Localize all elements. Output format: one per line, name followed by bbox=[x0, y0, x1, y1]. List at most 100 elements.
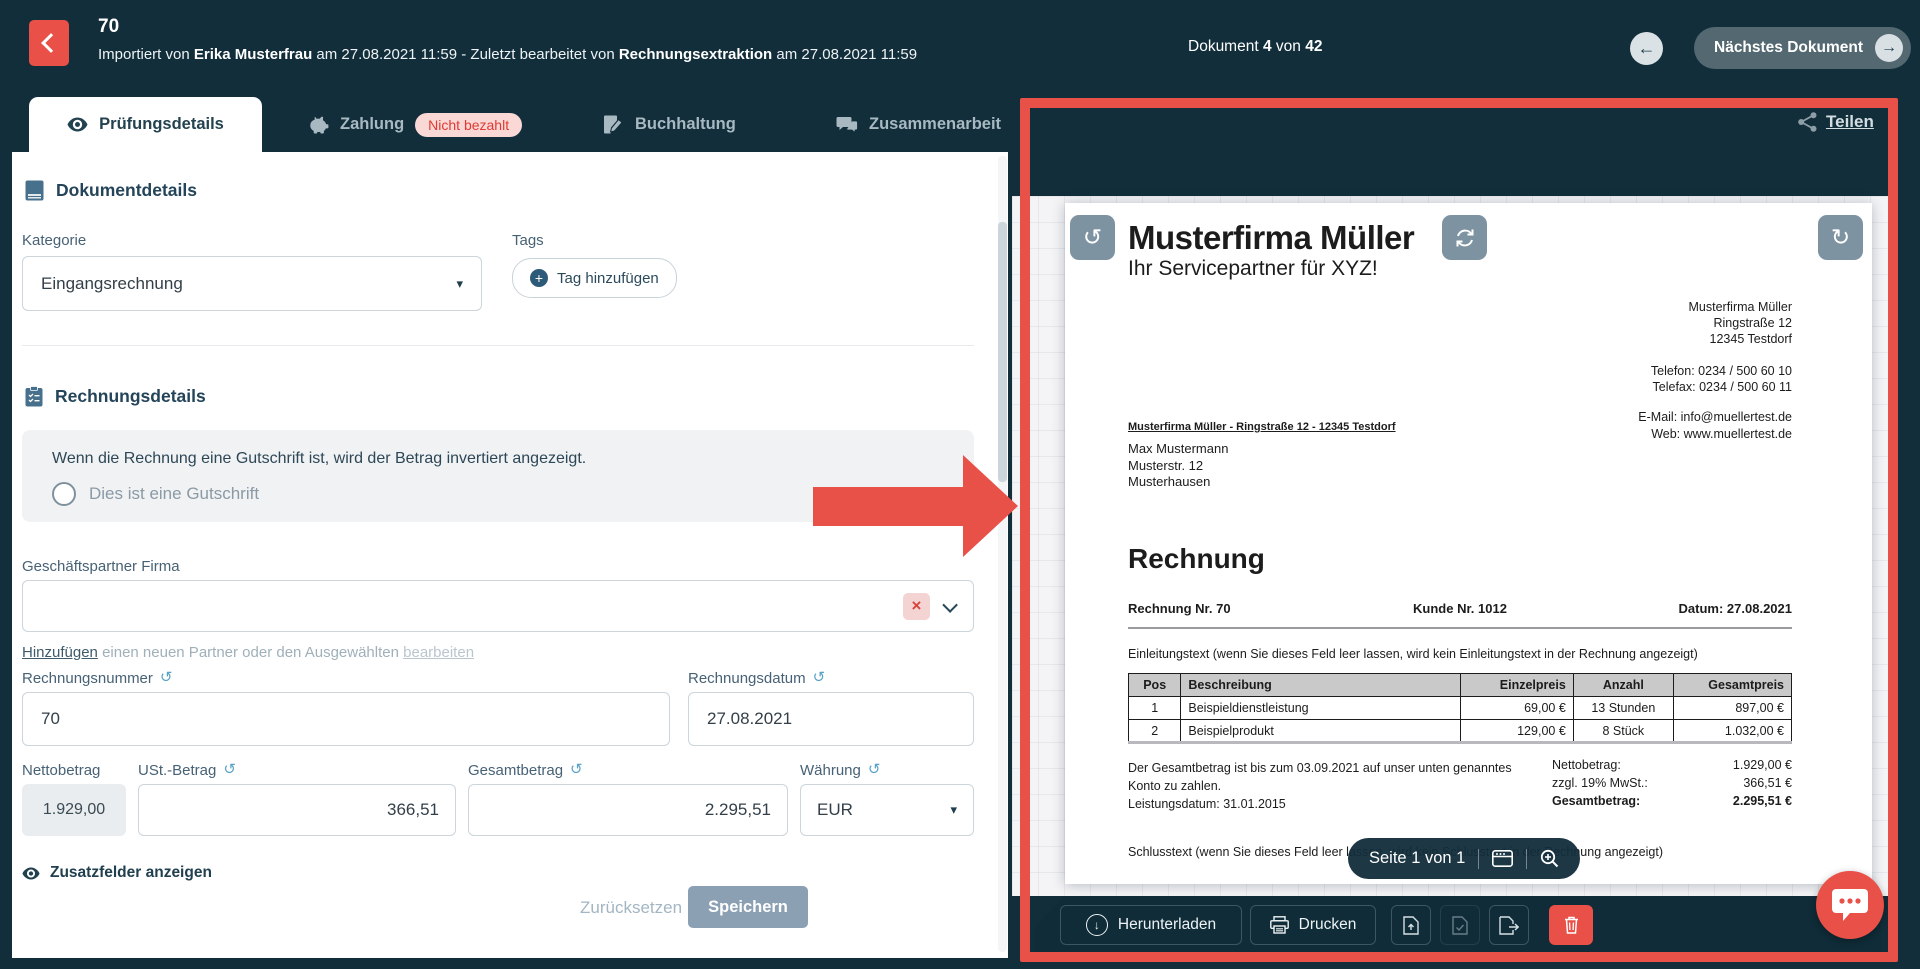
history-icon[interactable]: ↺ bbox=[868, 762, 881, 777]
thumbnails-icon[interactable] bbox=[1492, 850, 1513, 867]
invoice-title: Rechnung bbox=[1128, 543, 1265, 575]
credit-note-text: Wenn die Rechnung eine Gutschrift ist, w… bbox=[52, 450, 586, 468]
radio-unchecked-icon[interactable] bbox=[52, 482, 76, 506]
details-panel: Dokumentdetails Kategorie Eingangsrechnu… bbox=[12, 152, 1008, 958]
zoom-in-icon[interactable] bbox=[1540, 849, 1559, 868]
reset-rotation-button[interactable] bbox=[1442, 215, 1487, 260]
trash-icon bbox=[1564, 916, 1579, 934]
invoice-divider bbox=[1128, 741, 1792, 744]
document-counter: Dokument 4 von 42 bbox=[1188, 38, 1322, 56]
history-icon[interactable]: ↺ bbox=[813, 670, 826, 685]
invoice-tagline: Ihr Servicepartner für XYZ! bbox=[1128, 257, 1378, 281]
file-approved-button[interactable] bbox=[1440, 905, 1480, 945]
invoice-divider bbox=[1128, 627, 1792, 629]
tab-zusammenarbeit[interactable]: Zusammenarbeit bbox=[836, 97, 1001, 152]
history-icon[interactable]: ↺ bbox=[160, 670, 173, 685]
rotate-right-button[interactable]: ↻ bbox=[1818, 215, 1863, 260]
file-upload-icon bbox=[1403, 916, 1419, 935]
page-indicator: Seite 1 von 1 bbox=[1369, 849, 1465, 868]
invoice-totals-block: Nettobetrag:1.929,00 € zzgl. 19% MwSt.:3… bbox=[1552, 756, 1792, 810]
eye-icon bbox=[22, 867, 40, 880]
partner-hint: Hinzufügen einen neuen Partner oder den … bbox=[22, 644, 474, 661]
table-row: 1 Beispieldienstleistung 69,00 € 13 Stun… bbox=[1129, 697, 1792, 720]
kategorie-select[interactable]: Eingangsrechnung ▾ bbox=[22, 256, 482, 311]
invoice-meta-row: Rechnung Nr. 70 Kunde Nr. 1012 Datum: 27… bbox=[1128, 601, 1792, 616]
chat-bubbles-icon bbox=[836, 116, 858, 134]
invoice-recipient-block: Max Mustermann Musterstr. 12 Musterhause… bbox=[1128, 441, 1228, 491]
edit-partner-link[interactable]: bearbeiten bbox=[403, 644, 474, 661]
file-export-icon bbox=[1499, 916, 1519, 935]
back-button[interactable] bbox=[29, 20, 69, 66]
support-chat-button[interactable] bbox=[1816, 871, 1884, 939]
add-partner-link[interactable]: Hinzufügen bbox=[22, 644, 98, 661]
section-title: Dokumentdetails bbox=[56, 180, 197, 201]
clear-x-icon[interactable]: × bbox=[903, 593, 930, 620]
partner-select-input[interactable]: × bbox=[22, 580, 974, 632]
reset-button[interactable]: Zurücksetzen bbox=[580, 898, 682, 918]
currency-label: Währung ↺ bbox=[800, 762, 880, 779]
invoice-number-input[interactable] bbox=[22, 692, 670, 746]
file-check-icon bbox=[1452, 916, 1468, 935]
page-indicator-pill: Seite 1 von 1 bbox=[1348, 838, 1580, 879]
invoice-page: Musterfirma Müller Ihr Servicepartner fü… bbox=[1065, 203, 1872, 884]
edited-by-name: Rechnungsextraktion bbox=[619, 46, 772, 63]
share-button[interactable]: Teilen bbox=[1798, 112, 1874, 132]
invoice-company-name: Musterfirma Müller bbox=[1128, 219, 1414, 257]
show-extra-fields-link[interactable]: Zusatzfelder anzeigen bbox=[22, 864, 212, 882]
arrow-left-icon: ← bbox=[1638, 38, 1656, 59]
history-icon[interactable]: ↺ bbox=[570, 762, 583, 777]
status-badge-not-paid: Nicht bezahlt bbox=[415, 113, 522, 137]
panel-scrollbar-thumb[interactable] bbox=[998, 222, 1007, 482]
export-file-button[interactable] bbox=[1489, 905, 1529, 945]
page-title: 70 bbox=[98, 16, 119, 38]
net-amount-readonly: 1.929,00 bbox=[22, 784, 126, 836]
table-row: 2 Beispielprodukt 129,00 € 8 Stück 1.032… bbox=[1129, 720, 1792, 743]
vat-amount-input[interactable] bbox=[138, 784, 456, 836]
invoice-contact-block: E-Mail: info@muellertest.de Web: www.mue… bbox=[1638, 409, 1792, 443]
previous-document-button[interactable]: ← bbox=[1630, 32, 1663, 65]
section-dokumentdetails: Dokumentdetails bbox=[25, 180, 197, 201]
invoice-payment-terms: Der Gesamtbetrag ist bis zum 03.09.2021 … bbox=[1128, 759, 1512, 813]
attach-file-button[interactable] bbox=[1391, 905, 1431, 945]
tab-buchhaltung[interactable]: Buchhaltung bbox=[604, 97, 736, 152]
rotate-cw-icon: ↻ bbox=[1831, 224, 1850, 251]
net-amount-label: Nettobetrag bbox=[22, 762, 100, 779]
printer-icon bbox=[1270, 916, 1289, 934]
tags-label: Tags bbox=[512, 232, 544, 249]
credit-note-radio-row[interactable]: Dies ist eine Gutschrift bbox=[52, 482, 259, 506]
clipboard-icon bbox=[25, 386, 43, 407]
add-tag-button[interactable]: + Tag hinzufügen bbox=[512, 258, 677, 298]
download-icon: ↓ bbox=[1086, 914, 1108, 936]
rotate-ccw-icon: ↺ bbox=[1083, 224, 1102, 251]
invoice-date-input[interactable] bbox=[688, 692, 974, 746]
vat-amount-label: USt.-Betrag ↺ bbox=[138, 762, 236, 779]
document-toolbar: ↓ Herunterladen Drucken bbox=[1035, 896, 1881, 955]
plus-circle-icon: + bbox=[530, 269, 548, 287]
share-icon bbox=[1798, 112, 1817, 132]
invoice-intro-text: Einleitungstext (wenn Sie dieses Feld le… bbox=[1128, 647, 1698, 661]
delete-document-button[interactable] bbox=[1549, 905, 1593, 945]
currency-select[interactable]: EUR ▾ bbox=[800, 784, 974, 836]
credit-note-info-box: Wenn die Rechnung eine Gutschrift ist, w… bbox=[22, 430, 974, 522]
section-divider bbox=[22, 345, 974, 346]
document-meta-line: Importiert von Erika Musterfrau am 27.08… bbox=[98, 46, 917, 63]
sync-arrows-icon bbox=[1454, 227, 1476, 249]
save-button[interactable]: Speichern bbox=[688, 886, 808, 928]
speech-bubble-icon bbox=[1831, 887, 1869, 923]
download-button[interactable]: ↓ Herunterladen bbox=[1060, 905, 1242, 945]
invoice-items-table: Pos Beschreibung Einzelpreis Anzahl Gesa… bbox=[1128, 673, 1792, 743]
table-header-row: Pos Beschreibung Einzelpreis Anzahl Gesa… bbox=[1129, 674, 1792, 697]
gross-amount-input[interactable] bbox=[468, 784, 788, 836]
rotate-left-button[interactable]: ↺ bbox=[1070, 215, 1115, 260]
chevron-down-icon[interactable] bbox=[942, 597, 958, 613]
section-rechnungsdetails: Rechnungsdetails bbox=[25, 386, 206, 407]
partner-label: Geschäftspartner Firma bbox=[22, 558, 180, 575]
print-button[interactable]: Drucken bbox=[1250, 905, 1376, 945]
section-title: Rechnungsdetails bbox=[55, 386, 206, 407]
history-icon[interactable]: ↺ bbox=[223, 762, 236, 777]
invoice-phone-block: Telefon: 0234 / 500 60 10 Telefax: 0234 … bbox=[1651, 363, 1792, 395]
next-document-button[interactable]: Nächstes Dokument → bbox=[1694, 27, 1911, 69]
tab-pruefungsdetails[interactable]: Prüfungsdetails bbox=[29, 97, 262, 152]
kategorie-label: Kategorie bbox=[22, 232, 86, 249]
tab-zahlung[interactable]: Zahlung Nicht bezahlt bbox=[306, 97, 522, 152]
